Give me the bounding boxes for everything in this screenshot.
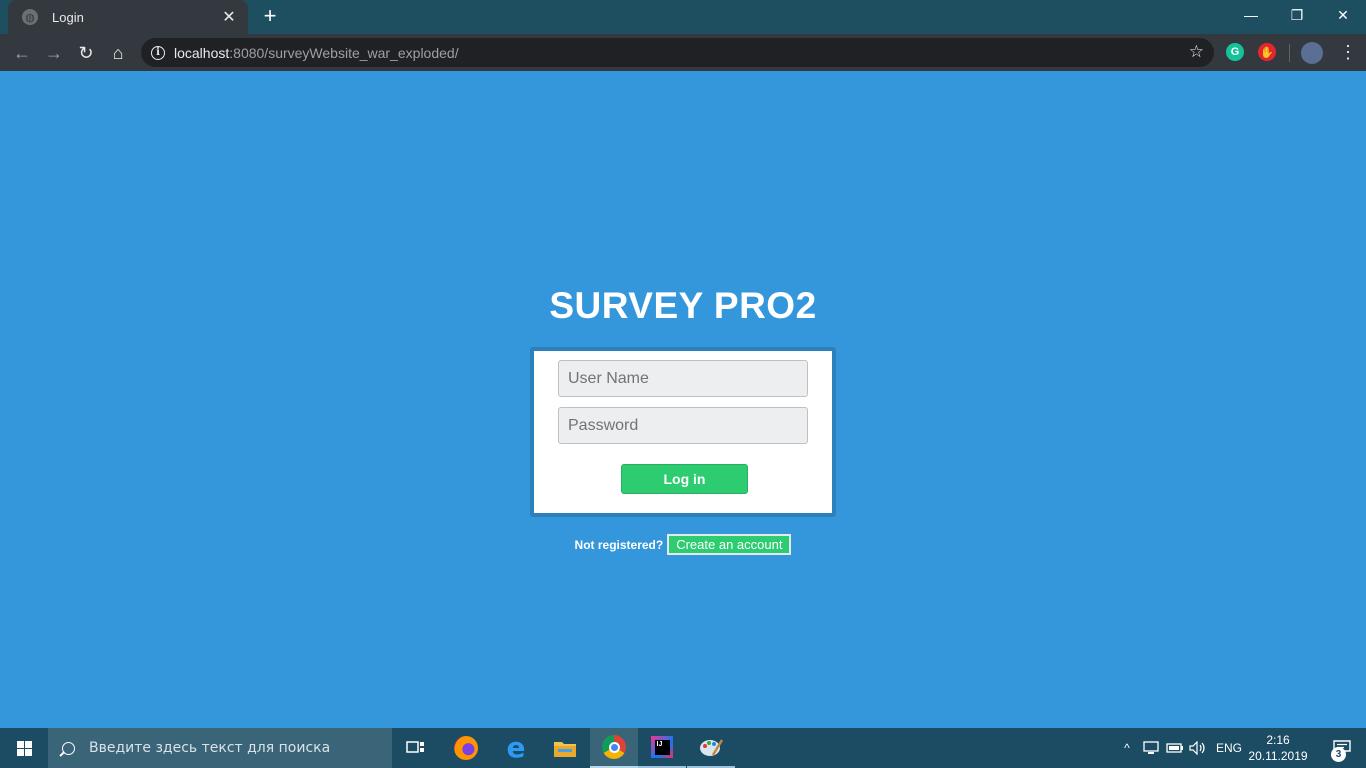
new-tab-button[interactable]: + (259, 5, 281, 27)
login-button[interactable]: Log in (621, 464, 748, 494)
minimize-button[interactable]: — (1228, 0, 1274, 30)
clock-date: 20.11.2019 (1248, 749, 1308, 763)
back-arrow-icon[interactable]: ← (8, 39, 36, 67)
taskbar-search-box[interactable]: Введите здесь текст для поиска (48, 728, 392, 768)
create-account-button[interactable]: Create an account (667, 534, 792, 555)
profile-avatar[interactable] (1301, 42, 1323, 64)
username-input[interactable] (558, 360, 808, 397)
firefox-icon[interactable] (442, 728, 490, 768)
url-path: :8080/surveyWebsite_war_exploded/ (229, 44, 459, 61)
taskbar-clock[interactable]: 2:16 20.11.2019 (1246, 732, 1310, 764)
adblock-icon[interactable]: ✋ (1258, 43, 1276, 61)
login-form: Log in (530, 347, 836, 517)
forward-arrow-icon[interactable]: → (40, 39, 68, 67)
browser-toolbar: ← → ↻ ⌂ i localhost:8080/surveyWebsite_w… (0, 34, 1366, 71)
clock-time: 2:16 (1266, 733, 1290, 747)
intellij-icon[interactable]: IJ (638, 728, 686, 768)
windows-taskbar: Введите здесь текст для поиска e IJ ^ EN… (0, 728, 1366, 768)
not-registered-label: Not registered? (574, 537, 664, 552)
language-indicator[interactable]: ENG (1212, 728, 1246, 768)
bookmark-star-icon[interactable]: ☆ (1189, 42, 1204, 62)
restore-button[interactable]: ❐ (1274, 0, 1320, 30)
url-host: localhost (174, 44, 230, 61)
menu-kebab-icon[interactable]: ⋮ (1338, 41, 1358, 65)
toolbar-divider (1289, 44, 1290, 62)
page-title: SURVEY PRO2 (549, 285, 817, 326)
browser-tab-strip: ◍ Login ✕ + — ❐ ✕ (0, 0, 1366, 34)
network-icon[interactable] (1140, 728, 1162, 768)
grammarly-icon[interactable]: G (1226, 43, 1244, 61)
reload-icon[interactable]: ↻ (72, 39, 100, 67)
start-button[interactable] (0, 728, 48, 768)
show-hidden-icons-icon[interactable]: ^ (1118, 728, 1136, 768)
search-placeholder: Введите здесь текст для поиска (89, 740, 331, 756)
task-view-icon[interactable] (392, 728, 440, 768)
browser-tab[interactable]: ◍ Login ✕ (8, 0, 248, 34)
tab-close-icon[interactable]: ✕ (220, 7, 238, 27)
close-window-button[interactable]: ✕ (1320, 0, 1366, 30)
chrome-icon[interactable] (590, 728, 638, 768)
edge-icon[interactable]: e (492, 728, 540, 768)
battery-icon[interactable] (1164, 728, 1186, 768)
register-row: Not registered? Create an account (0, 534, 1366, 555)
address-bar[interactable]: i localhost:8080/surveyWebsite_war_explo… (141, 38, 1214, 67)
paint-icon[interactable] (687, 728, 735, 768)
file-explorer-icon[interactable] (541, 728, 589, 768)
windows-logo-icon (16, 740, 32, 756)
home-icon[interactable]: ⌂ (104, 39, 132, 67)
volume-icon[interactable] (1188, 728, 1208, 768)
password-input[interactable] (558, 407, 808, 444)
globe-icon: ◍ (22, 9, 38, 25)
notification-count-badge: 3 (1331, 747, 1346, 762)
tab-title: Login (52, 9, 84, 25)
info-icon[interactable]: i (151, 45, 165, 60)
search-icon (62, 741, 75, 755)
